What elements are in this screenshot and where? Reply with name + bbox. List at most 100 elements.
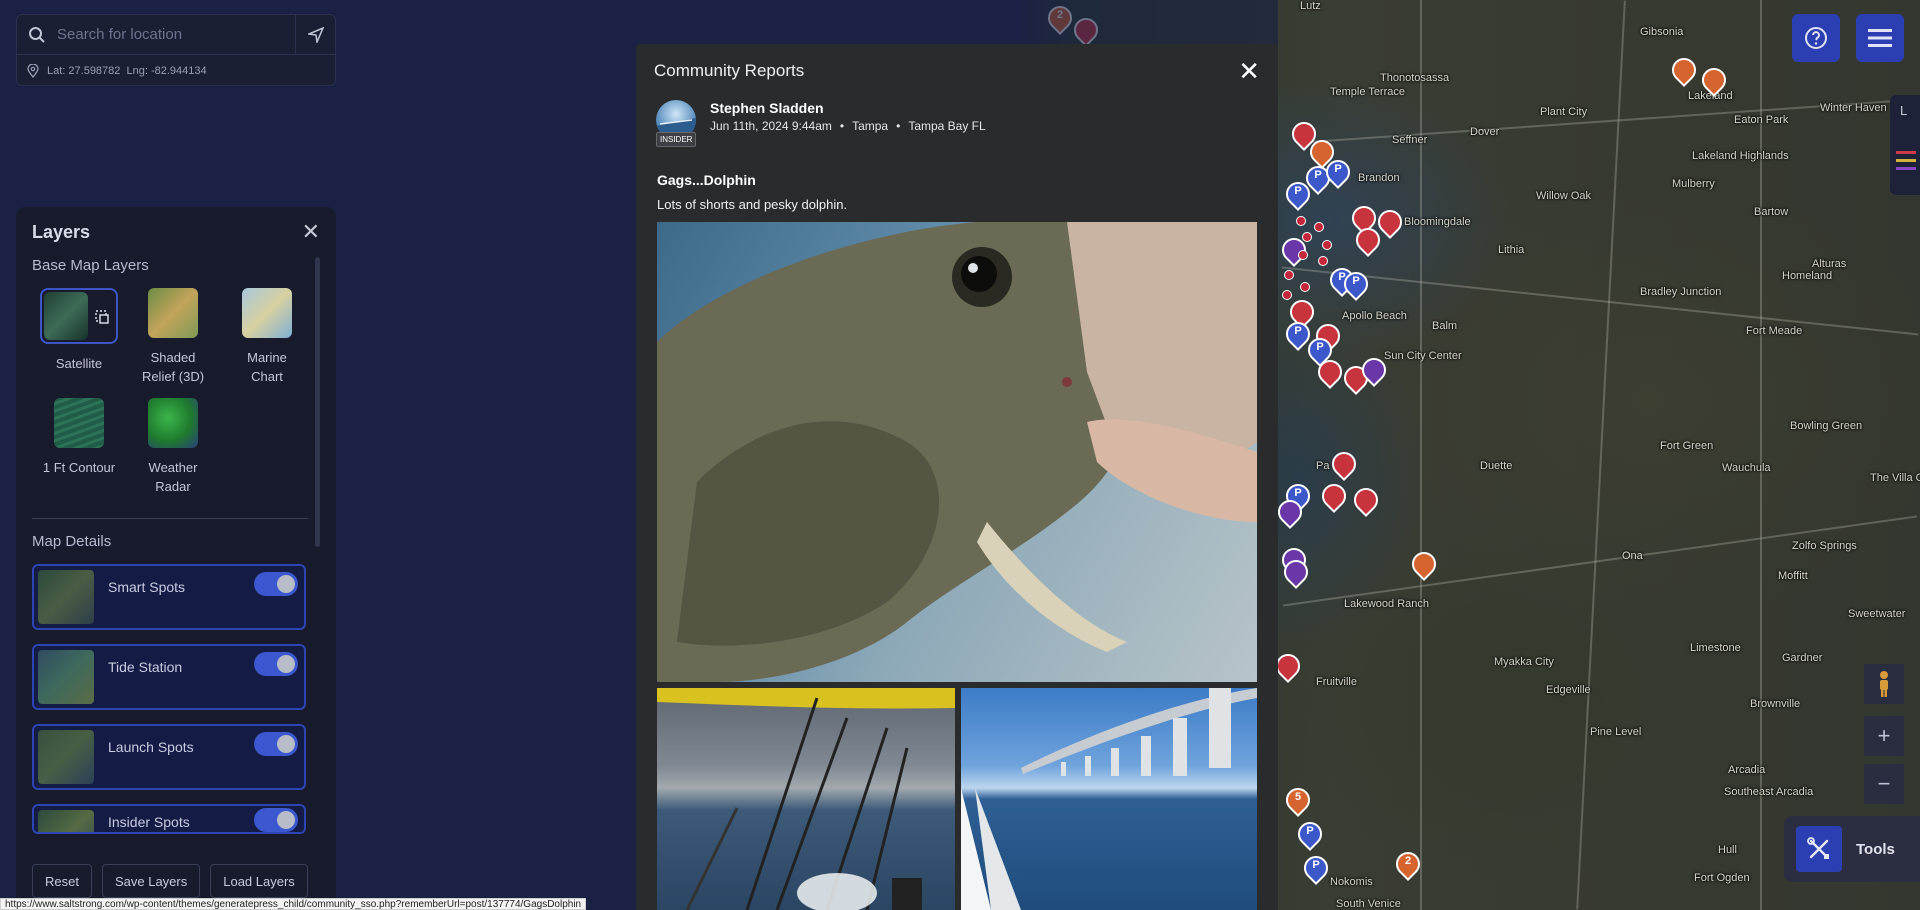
tools-label: Tools — [1856, 840, 1895, 858]
map-marker-dot[interactable] — [1282, 290, 1292, 300]
map-label: Bradley Junction — [1640, 286, 1722, 298]
legend-letter: L — [1900, 103, 1908, 118]
map-label: Winter Haven — [1820, 102, 1887, 114]
report-city: Tampa — [852, 119, 889, 133]
map-pin[interactable] — [1349, 483, 1383, 518]
map-marker-dot[interactable] — [1318, 256, 1328, 266]
reset-layers-button[interactable]: Reset — [32, 864, 92, 898]
base-layer-shaded-relief[interactable]: Shaded Relief (3D) — [126, 288, 220, 386]
base-layer-contour[interactable]: 1 Ft Contour — [32, 398, 126, 496]
map-label: Lakeland Highlands — [1692, 150, 1789, 162]
save-layers-button[interactable]: Save Layers — [101, 864, 201, 898]
tools-button[interactable]: Tools — [1784, 816, 1920, 882]
map-pin[interactable]: 2 — [1391, 847, 1425, 882]
map-pin[interactable]: 5 — [1281, 783, 1315, 818]
select-check-icon — [95, 310, 109, 324]
map-label: Eaton Park — [1734, 114, 1789, 126]
map-pin[interactable] — [1279, 555, 1313, 590]
report-body: Lots of shorts and pesky dolphin. — [657, 197, 848, 212]
base-layer-label: Shaded Relief (3D) — [141, 350, 205, 384]
map-details-section-title: Map Details — [32, 533, 112, 550]
search-icon — [17, 15, 57, 54]
help-button[interactable] — [1792, 14, 1840, 62]
map-label: Mulberry — [1672, 178, 1715, 190]
layers-title: Layers — [32, 221, 91, 242]
zoom-in-button[interactable]: + — [1864, 716, 1904, 756]
map-pin[interactable] — [1407, 547, 1441, 582]
modal-title: Community Reports — [654, 61, 805, 80]
map-label: Zolfo Springs — [1792, 540, 1857, 552]
map-label: Gibsonia — [1640, 26, 1684, 38]
map-label: Wauchula — [1722, 462, 1771, 474]
map-pin[interactable]: P — [1299, 851, 1333, 886]
search-input[interactable] — [57, 15, 295, 54]
close-modal-button[interactable]: ✕ — [1238, 58, 1260, 84]
map-marker-dot[interactable] — [1284, 270, 1294, 280]
map-pin[interactable]: P — [1281, 177, 1315, 212]
launch-spots-toggle[interactable] — [254, 732, 298, 756]
map-label: Homeland — [1782, 270, 1833, 282]
tide-station-toggle[interactable] — [254, 652, 298, 676]
layers-scrollbar[interactable] — [315, 257, 320, 547]
map-road — [1282, 515, 1918, 607]
map-label: Fort Meade — [1746, 325, 1803, 337]
map-pin[interactable]: P — [1281, 317, 1315, 352]
detail-layer-tide-station[interactable]: Tide Station — [32, 644, 306, 710]
report-photo-boat-rods[interactable] — [657, 688, 955, 910]
layer-thumbnail — [38, 810, 94, 832]
pegman-icon — [1880, 671, 1888, 697]
map-label: Nokomis — [1330, 876, 1373, 888]
close-layers-button[interactable]: ✕ — [302, 221, 320, 243]
detail-layer-smart-spots[interactable]: Smart Spots — [32, 564, 306, 630]
map-marker-dot[interactable] — [1298, 250, 1308, 260]
street-view-pegman[interactable] — [1864, 664, 1904, 704]
report-photo-bridge[interactable] — [961, 688, 1257, 910]
detail-layer-insider-spots[interactable]: Insider Spots — [32, 804, 306, 834]
map-pin[interactable] — [1357, 353, 1391, 388]
locate-me-button[interactable] — [295, 15, 335, 54]
map-marker-dot[interactable] — [1296, 216, 1306, 226]
community-reports-modal: Community Reports ✕ INSIDER Stephen Slad… — [636, 44, 1278, 910]
legend-bar — [1896, 151, 1916, 154]
legend-bar — [1896, 159, 1916, 162]
map-marker-dot[interactable] — [1322, 240, 1332, 250]
map-pin[interactable]: P — [1293, 817, 1327, 852]
smart-spots-toggle[interactable] — [254, 572, 298, 596]
report-photo-main[interactable] — [657, 222, 1257, 682]
insider-spots-toggle[interactable] — [254, 808, 298, 832]
map-label: Sun City Center — [1384, 350, 1462, 362]
layers-panel: Layers ✕ Base Map Layers Satellite Shade… — [16, 207, 336, 910]
base-layer-weather-radar[interactable]: Weather Radar — [126, 398, 220, 496]
map-label: Thonotosassa — [1380, 72, 1450, 84]
map-label: Ona — [1622, 550, 1643, 562]
map-pin[interactable] — [1313, 355, 1347, 390]
menu-button[interactable] — [1856, 14, 1904, 62]
map-legend-strip[interactable]: L — [1890, 95, 1920, 195]
base-layer-marine-chart[interactable]: Marine Chart — [220, 288, 314, 386]
map-pin[interactable] — [1317, 479, 1351, 514]
help-icon — [1805, 27, 1827, 49]
map-label: Plant City — [1540, 106, 1588, 118]
author-name[interactable]: Stephen Sladden — [710, 100, 986, 116]
map-marker-dot[interactable] — [1300, 282, 1310, 292]
map-label: Moffitt — [1778, 570, 1808, 582]
base-layer-satellite[interactable]: Satellite — [32, 288, 126, 386]
map-pin[interactable] — [1327, 447, 1361, 482]
map-pin[interactable] — [1271, 649, 1305, 684]
map-marker-dot[interactable] — [1302, 232, 1312, 242]
map-pin[interactable] — [1697, 63, 1731, 98]
zoom-out-button[interactable]: − — [1864, 764, 1904, 804]
map-marker-dot[interactable] — [1314, 222, 1324, 232]
load-layers-button[interactable]: Load Layers — [210, 864, 308, 898]
map-pin[interactable]: P — [1339, 267, 1373, 302]
map-label: Pine Level — [1590, 726, 1642, 738]
map-label: Southeast Arcadia — [1724, 786, 1814, 798]
avatar[interactable]: INSIDER — [656, 100, 697, 150]
map-pin[interactable]: P — [1321, 155, 1355, 190]
detail-layer-launch-spots[interactable]: Launch Spots — [32, 724, 306, 790]
map-pin[interactable] — [1273, 495, 1307, 530]
map-pin[interactable] — [1351, 223, 1385, 258]
map-label: South Venice — [1336, 898, 1401, 910]
map-pin[interactable] — [1373, 205, 1407, 240]
map-pin[interactable] — [1667, 53, 1701, 88]
